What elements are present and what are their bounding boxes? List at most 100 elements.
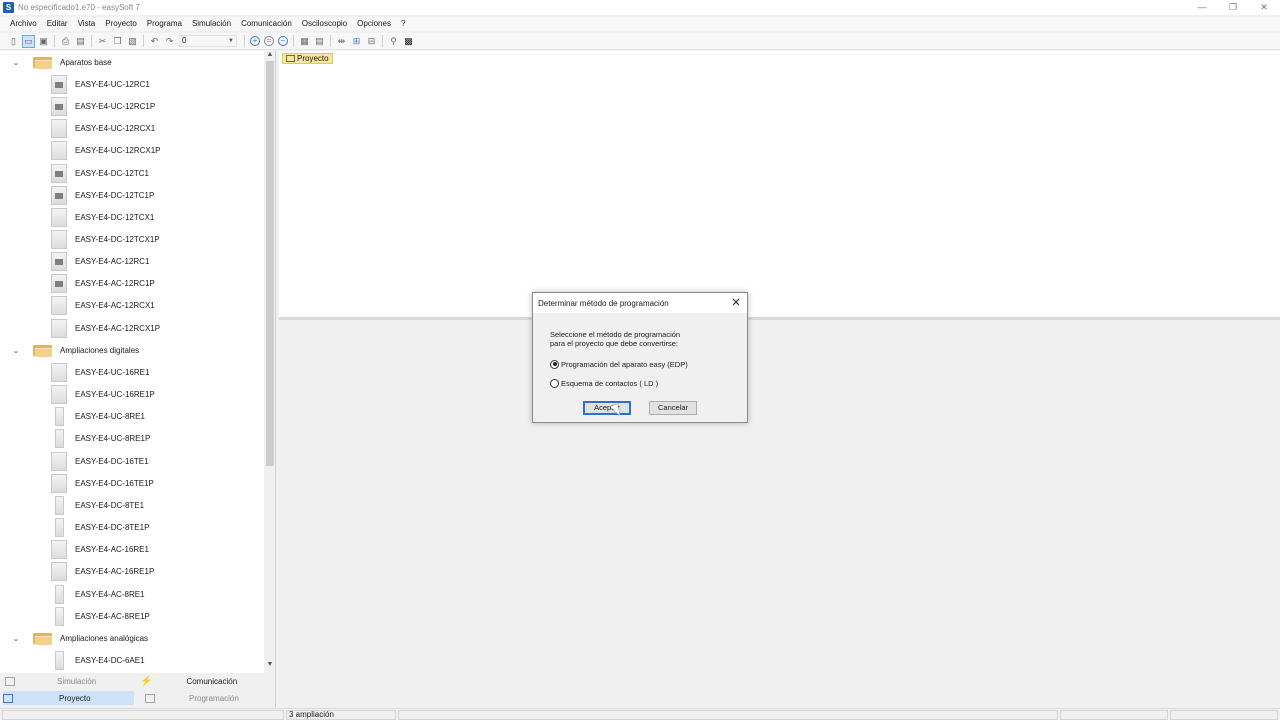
list-item[interactable]: EASY-E4-DC-16TE1P (0, 472, 264, 494)
accept-button[interactable]: Aceptar (583, 401, 631, 415)
chevron-down-icon[interactable]: ⌄ (11, 58, 21, 67)
list-item[interactable]: EASY-E4-DC-12TC1 (0, 162, 264, 184)
menu-archivo[interactable]: Archivo (5, 17, 42, 31)
tree-group-ampliaciones-analogicas[interactable]: ⌄ Ampliaciones analógicas (0, 627, 264, 649)
list-item[interactable]: EASY-E4-DC-8TE1P (0, 516, 264, 538)
radio-button-checked[interactable] (550, 359, 559, 369)
list-item[interactable]: EASY-E4-UC-16RE1 (0, 361, 264, 383)
list-item[interactable]: EASY-E4-AC-16RE1 (0, 538, 264, 560)
status-bar: 3 ampliación (0, 708, 1280, 720)
list-item[interactable]: EASY-E4-AC-12RCX1 (0, 294, 264, 316)
zoom-in-icon[interactable]: + (250, 36, 260, 46)
list-item[interactable]: EASY-E4-DC-6AE1 (0, 649, 264, 671)
list-item[interactable]: EASY-E4-UC-8RE1 (0, 405, 264, 427)
undo-icon[interactable]: ↶ (148, 35, 161, 48)
list-item[interactable]: EASY-E4-DC-12TCX1 (0, 206, 264, 228)
tree-group-aparatos-base[interactable]: ⌄ Aparatos base (0, 51, 264, 73)
list-item[interactable]: EASY-E4-UC-12RC1 (0, 73, 264, 95)
network-icon[interactable]: ⊞ (350, 35, 363, 48)
item-label: EASY-E4-AC-12RCX1P (75, 323, 161, 333)
list-item[interactable]: EASY-E4-DC-8TE1 (0, 494, 264, 516)
status-cell-empty (2, 710, 284, 720)
display-device-icon (51, 96, 67, 116)
list-item[interactable]: EASY-E4-UC-12RC1P (0, 95, 264, 117)
zoom-select[interactable]: 0 ▼ (179, 35, 237, 47)
tree-group-ampliaciones-digitales[interactable]: ⌄ Ampliaciones digitales (0, 339, 264, 361)
list-item[interactable]: EASY-E4-UC-12RCX1 (0, 117, 264, 139)
list-item[interactable]: EASY-E4-AC-12RC1P (0, 272, 264, 294)
minimize-button[interactable]: — (1187, 0, 1217, 15)
menu-comunicacion[interactable]: Comunicación (236, 17, 297, 31)
list-item[interactable]: EASY-E4-AC-12RCX1P (0, 317, 264, 339)
copy-icon[interactable]: ❐ (111, 35, 124, 48)
open-file-icon[interactable]: ▭ (22, 34, 35, 48)
list-item[interactable]: EASY-E4-AC-12RC1 (0, 250, 264, 272)
menu-opciones[interactable]: Opciones (352, 17, 396, 31)
module-icon[interactable]: ⊟ (365, 35, 378, 48)
status-cell-extensions: 3 ampliación (286, 710, 396, 720)
display-device-icon (51, 163, 67, 183)
save-icon[interactable]: ▣ (37, 35, 50, 48)
cancel-button[interactable]: Cancelar (649, 401, 697, 415)
radio-option-ld[interactable]: Esquema de contactos ( LD ) (550, 377, 658, 389)
chevron-down-icon[interactable]: ⌄ (11, 346, 21, 355)
item-label: EASY-E4-DC-12TCX1 (75, 212, 155, 222)
list-item[interactable]: EASY-E4-AC-8RE1 (0, 583, 264, 605)
item-label: EASY-E4-AC-16RE1 (75, 544, 149, 554)
zoom-reset-icon[interactable]: = (264, 36, 274, 46)
narrow-device-icon (55, 428, 64, 448)
item-label: EASY-E4-UC-12RC1P (75, 101, 156, 111)
list-item[interactable]: EASY-E4-DC-12TCX1P (0, 228, 264, 250)
tab-comunicacion[interactable]: ⚡ Comunicación (140, 674, 274, 688)
toolbar-separator (143, 35, 144, 47)
menu-help[interactable]: ? (396, 17, 410, 31)
calculator-icon[interactable]: ▩ (402, 35, 415, 48)
radio-option-edp[interactable]: Programación del aparato easy (EDP) (550, 358, 688, 370)
close-window-button[interactable]: ✕ (1249, 0, 1279, 15)
list-item[interactable]: EASY-E4-AC-16RE1P (0, 560, 264, 582)
zoom-out-icon[interactable]: − (278, 36, 288, 46)
list-item[interactable]: EASY-E4-UC-8RE1P (0, 427, 264, 449)
new-file-icon[interactable]: ▯ (7, 35, 20, 48)
close-icon[interactable]: ✕ (729, 296, 743, 310)
device-catalog-panel: ⌄ Aparatos base EASY-E4-UC-12RC1 EASY-E4… (0, 51, 276, 674)
list-item[interactable]: EASY-E4-DC-12TC1P (0, 184, 264, 206)
project-view[interactable]: Proyecto (279, 51, 1280, 320)
menu-proyecto[interactable]: Proyecto (100, 17, 142, 31)
list-item[interactable]: EASY-E4-UC-12RCX1P (0, 139, 264, 161)
scroll-down-icon[interactable]: ▼ (264, 661, 275, 671)
menu-editar[interactable]: Editar (42, 17, 73, 31)
list-item[interactable]: EASY-E4-DC-16TE1 (0, 450, 264, 472)
item-label: EASY-E4-DC-12TC1P (75, 190, 155, 200)
grid-icon[interactable]: ▦ (298, 35, 311, 48)
align-icon[interactable]: ⇹ (335, 35, 348, 48)
restore-button[interactable]: ❐ (1218, 0, 1248, 15)
probe-icon[interactable]: ⚲ (387, 35, 400, 48)
tab-programacion[interactable]: Programación (145, 691, 274, 705)
chevron-down-icon[interactable]: ⌄ (11, 634, 21, 643)
menu-simulacion[interactable]: Simulación (187, 17, 236, 31)
scroll-up-icon[interactable]: ▲ (264, 51, 275, 61)
project-tree-root[interactable]: Proyecto (282, 53, 333, 64)
cut-icon[interactable]: ✂ (96, 35, 109, 48)
scroll-thumb[interactable] (266, 61, 274, 466)
device-icon (51, 295, 67, 315)
list-item[interactable]: EASY-E4-AC-8RE1P (0, 605, 264, 627)
tab-label: Comunicación (186, 676, 238, 686)
redo-icon[interactable]: ↷ (163, 35, 176, 48)
radio-button[interactable] (550, 378, 559, 388)
workspace-area[interactable] (279, 322, 1280, 707)
menu-programa[interactable]: Programa (142, 17, 187, 31)
print-preview-icon[interactable]: ▤ (74, 35, 87, 48)
tab-simulacion[interactable]: Simulación (5, 674, 135, 688)
table-icon[interactable]: ▤ (313, 35, 326, 48)
tree-scrollbar[interactable]: ▲ ▼ (264, 51, 275, 674)
tab-proyecto[interactable]: Proyecto (3, 691, 134, 705)
menu-osciloscopio[interactable]: Osciloscopio (297, 17, 352, 31)
list-item[interactable]: EASY-E4-UC-16RE1P (0, 383, 264, 405)
menu-vista[interactable]: Vista (73, 17, 101, 31)
plug-icon: ⚡ (140, 675, 153, 687)
toolbar-separator (382, 35, 383, 47)
print-icon[interactable]: ⎙ (59, 35, 72, 48)
paste-icon[interactable]: ▧ (126, 35, 139, 48)
